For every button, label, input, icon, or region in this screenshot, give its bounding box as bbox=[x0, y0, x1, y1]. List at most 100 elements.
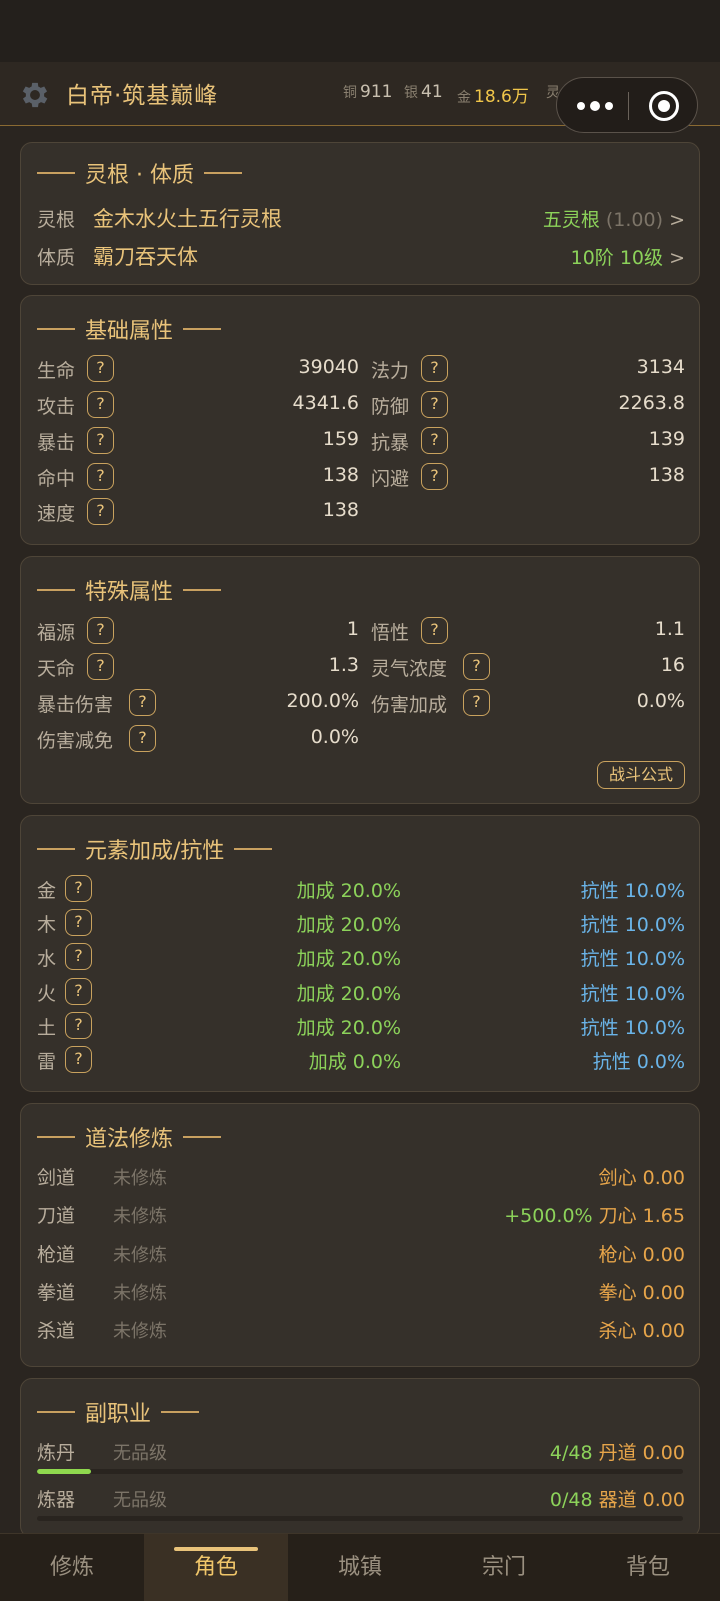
help-icon[interactable]: ? bbox=[87, 463, 114, 490]
dao-label: 枪道 bbox=[37, 1244, 76, 1266]
stat-label: 伤害加成 bbox=[371, 694, 448, 716]
stat-value: 138 bbox=[648, 464, 685, 486]
element-bonus: 加成 20.0% bbox=[296, 880, 401, 902]
stat-label: 抗暴 bbox=[371, 432, 410, 454]
help-icon[interactable]: ? bbox=[87, 391, 114, 418]
help-icon[interactable]: ? bbox=[65, 943, 92, 970]
help-icon[interactable]: ? bbox=[65, 875, 92, 902]
help-icon[interactable]: ? bbox=[421, 463, 448, 490]
stat-value: 1.3 bbox=[328, 654, 359, 676]
tab-sect[interactable]: 宗门 bbox=[432, 1534, 576, 1601]
root-value: 金木水火土五行灵根 bbox=[93, 207, 282, 231]
stat-value: 0.0% bbox=[310, 726, 359, 748]
tab-character[interactable]: 角色 bbox=[144, 1534, 288, 1601]
stat-value: 1 bbox=[346, 618, 359, 640]
special-attributes-card: 特殊属性 福源 ? 1 悟性 ? 1.1 天命 ? 1.3 灵气浓度 ? 16 … bbox=[20, 556, 700, 804]
stat-value: 138 bbox=[322, 464, 359, 486]
help-icon[interactable]: ? bbox=[421, 355, 448, 382]
element-label: 金 bbox=[37, 880, 57, 902]
stat-label: 防御 bbox=[371, 396, 410, 418]
close-miniapp-icon[interactable] bbox=[649, 91, 679, 121]
job-label: 炼器 bbox=[37, 1489, 76, 1511]
dao-value: 拳心 0.00 bbox=[598, 1282, 685, 1304]
section-title: 基础属性 bbox=[37, 313, 222, 345]
tab-town[interactable]: 城镇 bbox=[288, 1534, 432, 1601]
stat-label: 生命 bbox=[37, 360, 76, 382]
side-job-card: 副职业 炼丹 无品级 4/48 丹道 0.00 炼器 无品级 0/48 器道 0… bbox=[20, 1378, 700, 1538]
stat-label: 暴击 bbox=[37, 432, 76, 454]
stat-label: 命中 bbox=[37, 468, 76, 490]
root-grade-link[interactable]: 五灵根 (1.00) > bbox=[543, 205, 685, 232]
chevron-right-icon: > bbox=[669, 209, 685, 231]
dao-value: +500.0% 刀心 1.65 bbox=[504, 1205, 685, 1227]
help-icon[interactable]: ? bbox=[65, 978, 92, 1005]
stat-value: 2263.8 bbox=[618, 392, 685, 414]
help-icon[interactable]: ? bbox=[87, 427, 114, 454]
chevron-right-icon: > bbox=[669, 247, 685, 269]
battle-formula-button[interactable]: 战斗公式 bbox=[597, 761, 685, 789]
help-icon[interactable]: ? bbox=[65, 1046, 92, 1073]
section-title: 道法修炼 bbox=[37, 1121, 222, 1153]
job-progress-bar bbox=[37, 1516, 683, 1521]
job-progress-text: 4/48 丹道 0.00 bbox=[549, 1442, 685, 1464]
job-grade: 无品级 bbox=[113, 1443, 167, 1464]
help-icon[interactable]: ? bbox=[87, 653, 114, 680]
physique-label: 体质 bbox=[37, 247, 76, 269]
stat-value: 0.0% bbox=[636, 690, 685, 712]
stat-label: 暴击伤害 bbox=[37, 694, 114, 716]
element-label: 土 bbox=[37, 1017, 57, 1039]
help-icon[interactable]: ? bbox=[129, 689, 156, 716]
stat-value: 139 bbox=[648, 428, 685, 450]
dao-value: 杀心 0.00 bbox=[598, 1320, 685, 1342]
help-icon[interactable]: ? bbox=[65, 1012, 92, 1039]
help-icon[interactable]: ? bbox=[65, 909, 92, 936]
stat-value: 3134 bbox=[636, 356, 685, 378]
tab-bag[interactable]: 背包 bbox=[576, 1534, 720, 1601]
element-bonus: 加成 20.0% bbox=[296, 914, 401, 936]
element-label: 火 bbox=[37, 983, 57, 1005]
bottom-tab-bar: 修炼 角色 城镇 宗门 背包 bbox=[0, 1533, 720, 1601]
section-title: 副职业 bbox=[37, 1396, 200, 1428]
help-icon[interactable]: ? bbox=[421, 427, 448, 454]
root-label: 灵根 bbox=[37, 209, 76, 231]
stat-value: 39040 bbox=[298, 356, 359, 378]
physique-level-link[interactable]: 10阶 10级 > bbox=[571, 243, 685, 270]
dao-status: 未修炼 bbox=[113, 1283, 167, 1304]
job-label: 炼丹 bbox=[37, 1442, 76, 1464]
section-title: 特殊属性 bbox=[37, 574, 222, 606]
dao-value: 枪心 0.00 bbox=[598, 1244, 685, 1266]
more-icon[interactable] bbox=[577, 98, 613, 112]
help-icon[interactable]: ? bbox=[87, 498, 114, 525]
help-icon[interactable]: ? bbox=[87, 617, 114, 644]
element-resist: 抗性 10.0% bbox=[580, 983, 685, 1005]
help-icon[interactable]: ? bbox=[463, 653, 490, 680]
section-title: 灵根 · 体质 bbox=[37, 157, 242, 189]
stat-label: 福源 bbox=[37, 622, 76, 644]
help-icon[interactable]: ? bbox=[87, 355, 114, 382]
stat-label: 法力 bbox=[371, 360, 410, 382]
currency-silver: 银 41 bbox=[404, 82, 443, 102]
stat-label: 天命 bbox=[37, 658, 76, 680]
dao-status: 未修炼 bbox=[113, 1321, 167, 1342]
miniapp-capsule bbox=[556, 77, 698, 133]
element-resist: 抗性 10.0% bbox=[580, 1017, 685, 1039]
help-icon[interactable]: ? bbox=[463, 689, 490, 716]
dao-status: 未修炼 bbox=[113, 1206, 167, 1227]
element-card: 元素加成/抗性 金 ? 加成 20.0% 抗性 10.0% 木 ? 加成 20.… bbox=[20, 815, 700, 1092]
tab-cultivate[interactable]: 修炼 bbox=[0, 1534, 144, 1601]
help-icon[interactable]: ? bbox=[421, 391, 448, 418]
element-bonus: 加成 20.0% bbox=[296, 1017, 401, 1039]
help-icon[interactable]: ? bbox=[129, 725, 156, 752]
stat-value: 16 bbox=[660, 654, 685, 676]
job-progress-text: 0/48 器道 0.00 bbox=[549, 1489, 685, 1511]
gear-icon[interactable] bbox=[18, 78, 52, 112]
dao-status: 未修炼 bbox=[113, 1245, 167, 1266]
job-progress-bar bbox=[37, 1469, 683, 1474]
element-resist: 抗性 0.0% bbox=[592, 1051, 685, 1073]
element-resist: 抗性 10.0% bbox=[580, 880, 685, 902]
character-title: 白帝·筑基巅峰 bbox=[66, 83, 219, 109]
capsule-divider bbox=[628, 92, 629, 120]
help-icon[interactable]: ? bbox=[421, 617, 448, 644]
currency-gold: 金 18.6万 bbox=[457, 87, 529, 107]
element-bonus: 加成 20.0% bbox=[296, 948, 401, 970]
